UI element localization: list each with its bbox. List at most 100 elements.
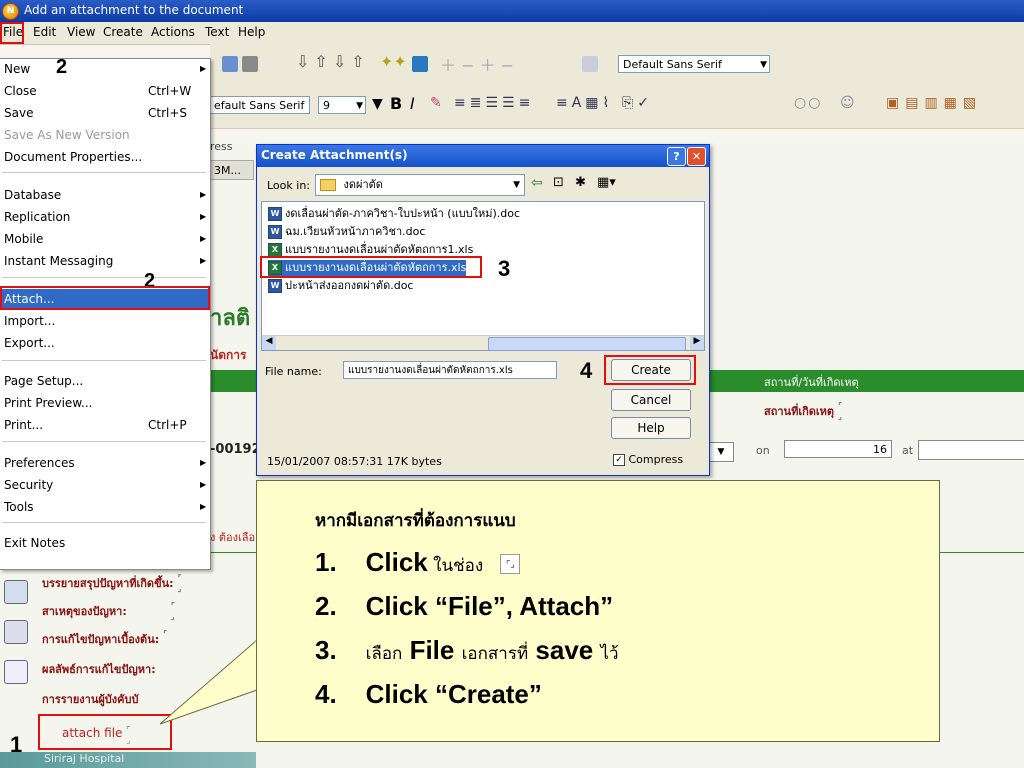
menu-help[interactable]: Help	[238, 25, 265, 39]
folder-icon[interactable]	[4, 620, 28, 644]
word-document-icon: W	[268, 279, 282, 293]
menu-edit[interactable]: Edit	[33, 25, 56, 39]
file-name-label: File name:	[265, 365, 322, 378]
paragraph-format-icons[interactable]: ≡≣☰☰≡	[454, 95, 534, 111]
dialog-close-button[interactable]: ✕	[687, 147, 706, 166]
step-3: 3. เลือก File เอกสารที่ save ไว้	[315, 635, 619, 665]
up-folder-icon[interactable]: ⊡	[553, 175, 564, 190]
italic-button[interactable]: I	[410, 94, 415, 113]
menu-item-label: Save	[4, 106, 34, 120]
dialog-help-button[interactable]: ?	[667, 147, 686, 166]
highlight-attach-menu-item	[0, 286, 210, 310]
file-menu-item-save[interactable]: Save Ctrl+S	[4, 103, 204, 123]
file-menu-item-document-properties[interactable]: Document Properties...	[4, 147, 204, 167]
document-id-fragment: -00192	[210, 442, 261, 457]
file-menu-item-replication[interactable]: Replication ▶	[4, 207, 207, 227]
menu-actions[interactable]: Actions	[151, 25, 195, 39]
menu-bar: File Edit View Create Actions Text Help	[0, 22, 1024, 45]
font-name-select[interactable]: efault Sans Serif	[210, 96, 310, 114]
submenu-arrow-icon: ▶	[200, 190, 207, 199]
date-input[interactable]: 16	[784, 440, 892, 458]
tab-fragment[interactable]: 3M...	[210, 160, 254, 180]
look-in-select[interactable]: งดผ่าตัด ▼	[315, 174, 525, 196]
file-menu-item-security[interactable]: Security ▶	[4, 475, 207, 495]
file-menu-item-save-as-new-version: Save As New Version	[4, 125, 204, 145]
copy-icon[interactable]	[582, 56, 598, 72]
file-menu-item-preferences[interactable]: Preferences ▶	[4, 453, 206, 473]
navigation-arrows-icon[interactable]: ⇩⇧⇩⇧	[296, 52, 370, 71]
find-spell-icons[interactable]: ⎘✓	[622, 95, 653, 111]
highlight-create-button	[604, 355, 696, 385]
footer-bar: Siriraj Hospital	[0, 752, 256, 768]
lotus-notes-icon: N	[2, 3, 19, 20]
menu-item-shortcut: Ctrl+P	[148, 418, 187, 432]
submenu-arrow-icon: ▶	[200, 234, 207, 243]
form-title-fragment: าลติ	[210, 306, 251, 331]
chevron-down-icon: ▼	[513, 180, 520, 190]
submenu-arrow-icon: ▶	[200, 480, 207, 489]
compress-checkbox[interactable]: ✓ Compress	[613, 453, 683, 466]
person-icon[interactable]: ☺	[840, 95, 855, 111]
menu-text[interactable]: Text	[205, 25, 229, 39]
refresh-icon[interactable]	[412, 56, 428, 72]
submenu-arrow-icon: ▶	[200, 212, 207, 221]
time-input[interactable]	[918, 440, 1024, 460]
menu-item-label: Exit Notes	[4, 536, 66, 550]
file-name-text: แบบรายงานงดเลื่อนผ่าตัดหัตถการ1.xls	[285, 243, 474, 256]
dropdown-button[interactable]: ▼	[708, 442, 734, 462]
spacing-icons[interactable]: ≡A▦⌇	[556, 95, 613, 111]
cancel-button[interactable]: Cancel	[611, 389, 691, 411]
menu-item-label: Print Preview...	[4, 396, 93, 410]
menu-item-label: Document Properties...	[4, 150, 143, 164]
menu-item-label: Close	[4, 84, 37, 98]
file-menu-item-tools[interactable]: Tools ▶	[4, 497, 206, 517]
file-menu-item-print[interactable]: Print... Ctrl+P	[4, 415, 204, 435]
font-size-dropdown-icon[interactable]: ▼	[372, 96, 383, 112]
menu-view[interactable]: View	[67, 25, 95, 39]
print-icon[interactable]	[242, 56, 258, 72]
help-button[interactable]: Help	[611, 417, 691, 439]
calendar-icon[interactable]	[4, 660, 28, 684]
folder-icon	[320, 179, 336, 191]
highlighter-icon[interactable]: ✎	[430, 95, 442, 111]
menu-separator	[2, 172, 206, 173]
file-list-item[interactable]: W งดเลื่อนผ่าตัด-ภาควิชา-ใบปะหน้า (แบบใหม…	[268, 206, 520, 222]
file-menu-item-print-preview[interactable]: Print Preview...	[4, 393, 204, 413]
file-list-item[interactable]: W ฉม.เวียนหัวหน้าภาควิชา.doc	[268, 224, 425, 240]
horizontal-scrollbar[interactable]: ◀ ▶	[262, 335, 704, 351]
file-menu-item-import[interactable]: Import...	[4, 311, 204, 331]
file-menu-item-close[interactable]: Close Ctrl+W	[4, 81, 204, 101]
font-size-select[interactable]: 9 ▼	[318, 96, 366, 114]
marker-4: 4	[580, 358, 593, 383]
submenu-arrow-icon: ▶	[200, 256, 207, 265]
view-icon[interactable]	[4, 580, 28, 604]
file-menu-item-exit-notes[interactable]: Exit Notes	[4, 533, 204, 553]
unread-nav-icon[interactable]: ✦✦	[380, 52, 407, 71]
chat-icons[interactable]: ○○	[794, 95, 822, 111]
scroll-thumb[interactable]	[488, 337, 686, 351]
toolbar-row-2: efault Sans Serif 9 ▼ ▼ B I ✎ ≡≣☰☰≡ ≡A▦⌇ …	[210, 84, 1024, 129]
file-menu-item-export[interactable]: Export...	[4, 333, 204, 353]
file-name-input[interactable]: แบบรายงานงดเลื่อนผ่าตัดหัตถการ.xls	[343, 361, 557, 379]
scroll-left-button[interactable]: ◀	[262, 336, 276, 350]
new-folder-icon[interactable]: ✱	[575, 175, 586, 190]
back-icon[interactable]: ⇦	[531, 175, 543, 191]
step-1: 1. Click ในช่อง ⌜⌟	[315, 547, 521, 579]
view-menu-icon[interactable]: ▦▾	[597, 175, 616, 190]
form-subtitle-fragment: นัดการ	[210, 348, 247, 362]
file-menu-item-instant-messaging[interactable]: Instant Messaging ▶	[4, 251, 207, 271]
file-list-item[interactable]: W ปะหน้าส่งออกงดผ่าตัด.doc	[268, 278, 413, 294]
expand-collapse-icon[interactable]: ＋ − ＋ −	[440, 52, 514, 76]
font-face-select[interactable]: Default Sans Serif ▼	[618, 55, 770, 73]
at-label: at	[902, 444, 914, 457]
file-menu-item-page-setup[interactable]: Page Setup...	[4, 371, 204, 391]
misc-tool-icons[interactable]: ▣▤▥▦▧	[886, 95, 982, 111]
bold-button[interactable]: B	[390, 94, 402, 113]
file-menu-item-new[interactable]: New ▶	[4, 59, 206, 79]
dialog-title-bar: Create Attachment(s) ? ✕	[257, 145, 709, 167]
file-menu-item-mobile[interactable]: Mobile ▶	[4, 229, 207, 249]
menu-create[interactable]: Create	[103, 25, 143, 39]
forward-mail-icon[interactable]	[222, 56, 238, 72]
scroll-right-button[interactable]: ▶	[690, 336, 704, 350]
file-menu-item-database[interactable]: Database ▶	[4, 185, 207, 205]
